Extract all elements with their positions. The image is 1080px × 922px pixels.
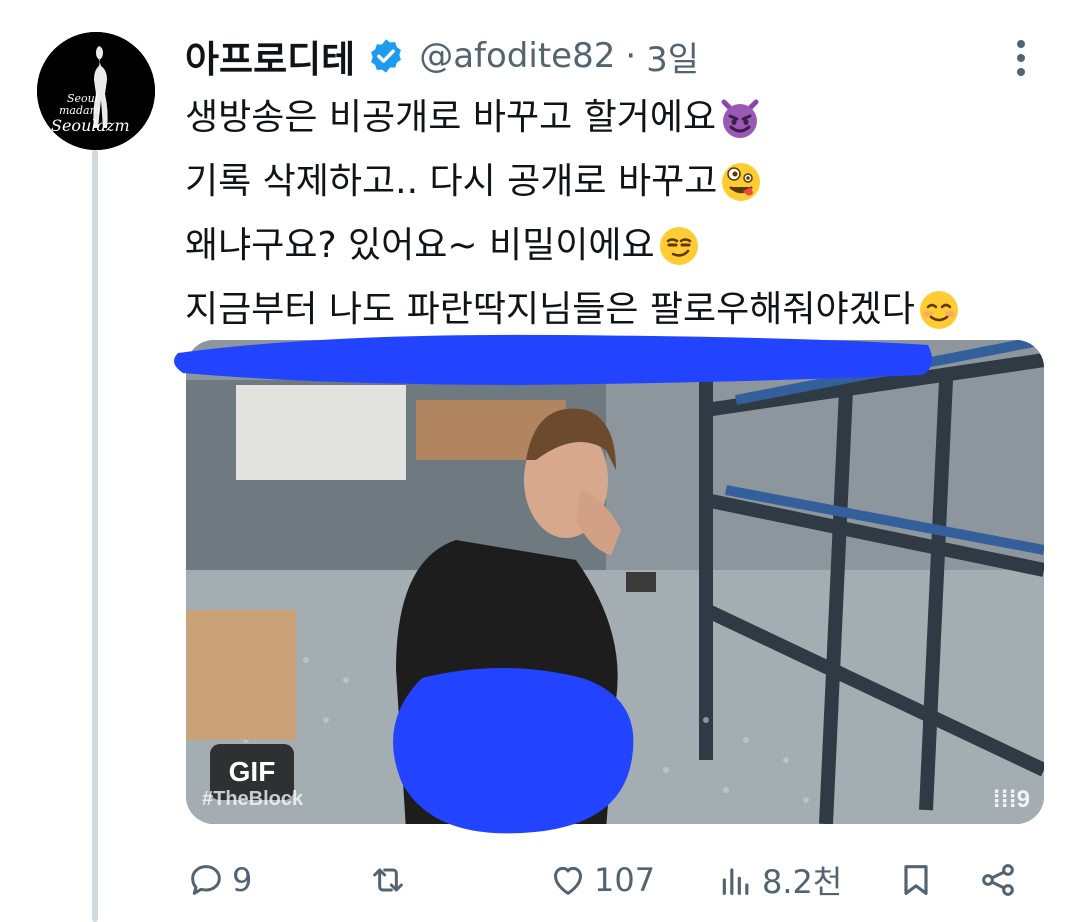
reply-count: 9: [232, 861, 253, 899]
heart-icon: [554, 866, 582, 895]
thread-line: [92, 150, 98, 922]
reply-icon: [191, 865, 221, 895]
like-button[interactable]: 107: [548, 852, 655, 908]
bookmark-button[interactable]: [896, 852, 936, 908]
timestamp[interactable]: 3일: [646, 32, 699, 81]
view-count: 8.2천: [762, 863, 843, 901]
reply-button[interactable]: 9: [186, 852, 252, 908]
redaction-blob: [392, 668, 642, 838]
share-button[interactable]: [978, 852, 1018, 908]
hashtag-overlay: #TheBlock: [202, 788, 304, 810]
smiling-imp-emoji-icon: [718, 96, 762, 140]
tweet-text: 생방송은 비공개로 바꾸고 할거에요 기록 삭제하고.. 다시 공개로 바꾸고: [185, 86, 1045, 342]
tweet-line-text: 생방송은 비공개로 바꾸고 할거에요: [185, 97, 717, 138]
bookmark-icon: [904, 865, 928, 895]
tweet-line-1: 생방송은 비공개로 바꾸고 할거에요: [185, 86, 1045, 150]
avatar-text-3: Seoulazm: [51, 116, 130, 135]
tweet-line-3: 왜냐구요? 있어요~ 비밀이에요: [185, 214, 1045, 278]
retweet-icon: [373, 868, 403, 892]
zany-face-emoji-icon: [719, 160, 763, 204]
redaction-scribble: [168, 318, 948, 398]
tweet-line-text: 기록 삭제하고.. 다시 공개로 바꾸고: [185, 161, 718, 202]
share-icon: [982, 864, 1014, 896]
tweet-actions: 9 107 8.2천: [186, 852, 1036, 908]
views-button[interactable]: 8.2천: [716, 852, 842, 908]
more-options-icon[interactable]: [1008, 36, 1034, 80]
separator-dot: ·: [625, 36, 637, 76]
like-count: 107: [594, 861, 656, 899]
smirking-face-emoji-icon: [657, 224, 701, 268]
verified-badge-icon[interactable]: [367, 37, 405, 75]
retweet-button[interactable]: [368, 852, 414, 908]
handle[interactable]: @afodite82: [419, 36, 615, 76]
avatar[interactable]: Seoul madam Seoulazm: [37, 32, 155, 150]
tweet-line-text: 왜냐구요? 있어요~ 비밀이에요: [185, 225, 655, 266]
network-logo: ⁞⁞⁞9: [992, 786, 1030, 813]
display-name[interactable]: 아프로디테: [185, 29, 355, 83]
tweet-header: 아프로디테 @afodite82 · 3일: [185, 28, 699, 84]
tweet-line-2: 기록 삭제하고.. 다시 공개로 바꾸고: [185, 150, 1045, 214]
analytics-icon: [722, 868, 749, 895]
